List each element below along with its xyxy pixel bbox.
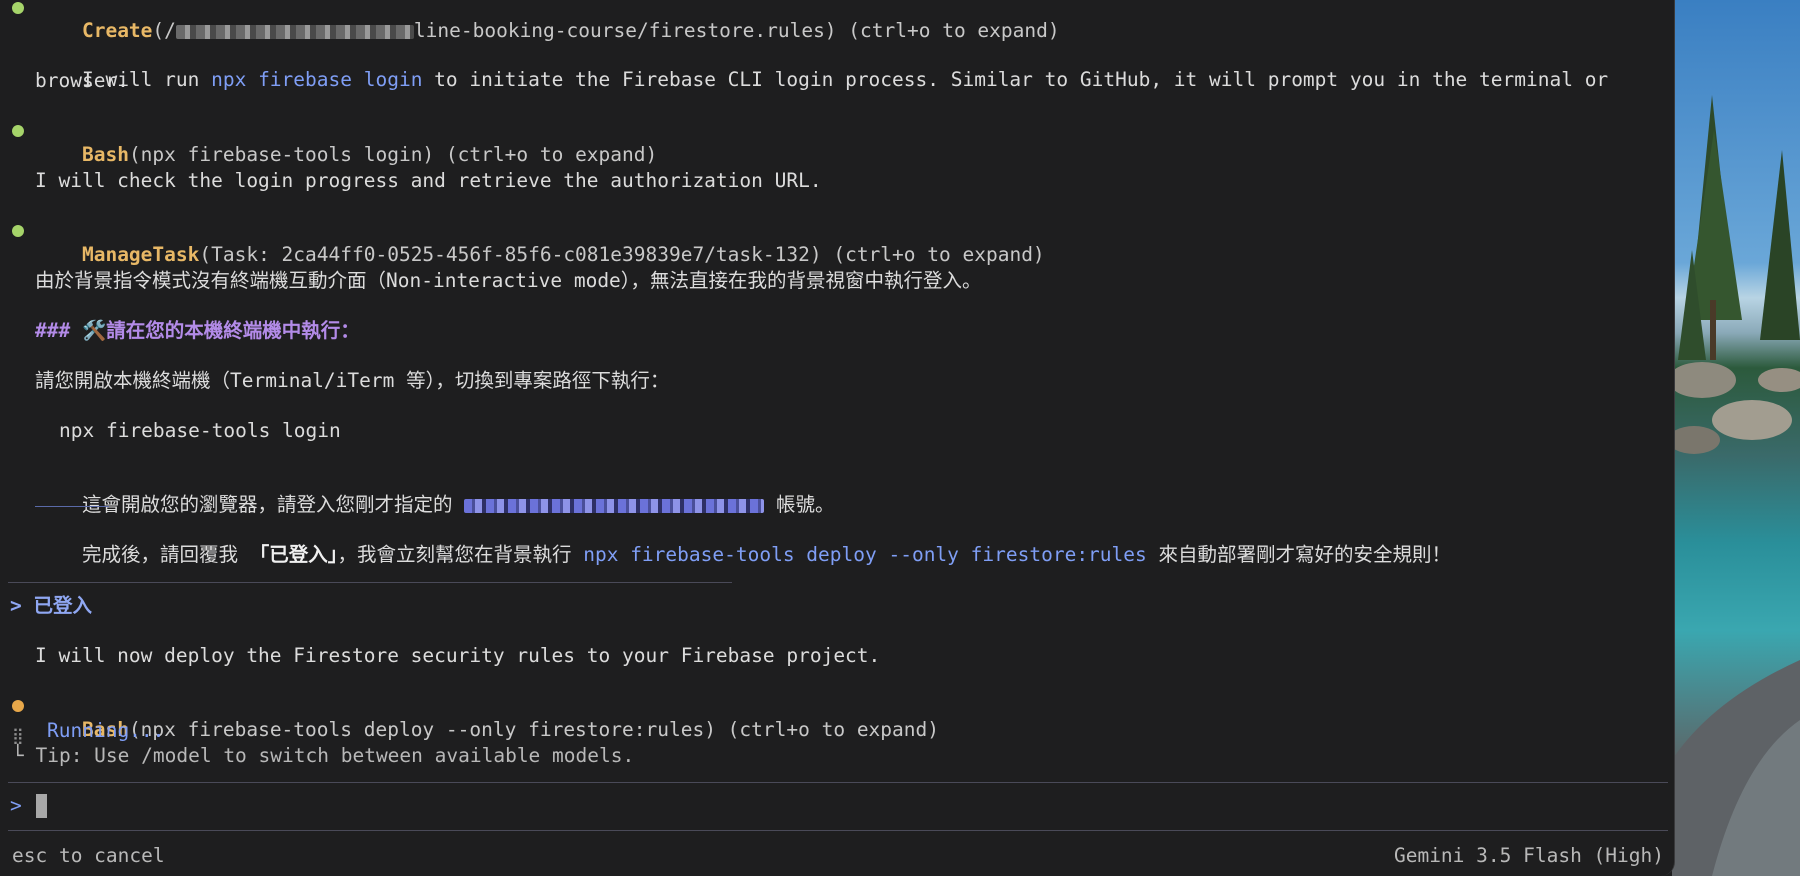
expand-hint: (ctrl+o to expand) [821,243,1045,266]
model-indicator[interactable]: Gemini 3.5 Flash (High) [1394,844,1664,868]
tool-args: (npx firebase-tools deploy --only firest… [128,718,716,741]
input-bottom-border [8,830,1668,831]
inline-command: npx firebase-tools deploy --only firesto… [583,543,1147,566]
assistant-message: 請您開啟本機終端機（Terminal/iTerm 等），切換到專案路徑下執行： [35,369,670,392]
expand-hint: (ctrl+o to expand) [715,718,939,741]
input-top-border [8,782,1668,783]
code-command: npx firebase-tools login [59,419,341,442]
expand-hint: (ctrl+o to expand) [434,143,658,166]
assistant-message: 由於背景指令模式沒有終端機互動介面（Non-interactive mode），… [35,269,982,292]
section-divider [8,582,732,583]
tool-name: ManageTask [81,243,200,266]
user-message: > 已登入 [10,594,92,617]
assistant-message: I will run npx firebase login to initiat… [81,68,1609,91]
redacted-account [464,498,765,513]
assistant-message: 完成後，請回覆我 「已登入」，我會立刻幫您在背景執行 npx firebase-… [81,543,1452,566]
markdown-heading: ### 🛠️請在您的本機終端機中執行： [35,319,360,342]
input-prompt-symbol: > [10,794,22,817]
emphasis: 「已登入」 [249,543,338,566]
tip-text: └ Tip: Use /model to switch between avai… [12,744,635,767]
desktop-wallpaper [1672,0,1800,876]
running-status: Running... [47,719,165,742]
assistant-message: I will now deploy the Firestore security… [35,644,881,667]
tool-args: (Task: 2ca44ff0-0525-456f-85f6-c081e3983… [199,243,822,266]
assistant-message-cont: browser. [35,69,129,92]
redacted-path [175,24,414,39]
cancel-hint: esc to cancel [12,844,165,867]
divider-mark [35,506,109,507]
expand-hint: (ctrl+o to expand) [836,19,1060,42]
spinner-icon: ⣿ [12,726,24,745]
running-dot-icon [12,700,24,712]
tool-name: Bash [81,143,129,166]
tool-args: (npx firebase-tools login) [128,143,435,166]
inline-command: npx firebase login [211,68,423,91]
status-dot-icon [12,225,24,237]
assistant-message: I will check the login progress and retr… [35,169,822,192]
tool-args: (/ [152,19,176,42]
tool-args: line-booking-course/firestore.rules) [413,19,837,42]
status-dot-icon [12,2,24,14]
tool-name: Create [81,19,153,42]
text-cursor[interactable] [36,794,47,818]
terminal-window[interactable]: Create(/ line-booking-course/firestore.ru… [0,0,1675,876]
status-dot-icon [12,125,24,137]
